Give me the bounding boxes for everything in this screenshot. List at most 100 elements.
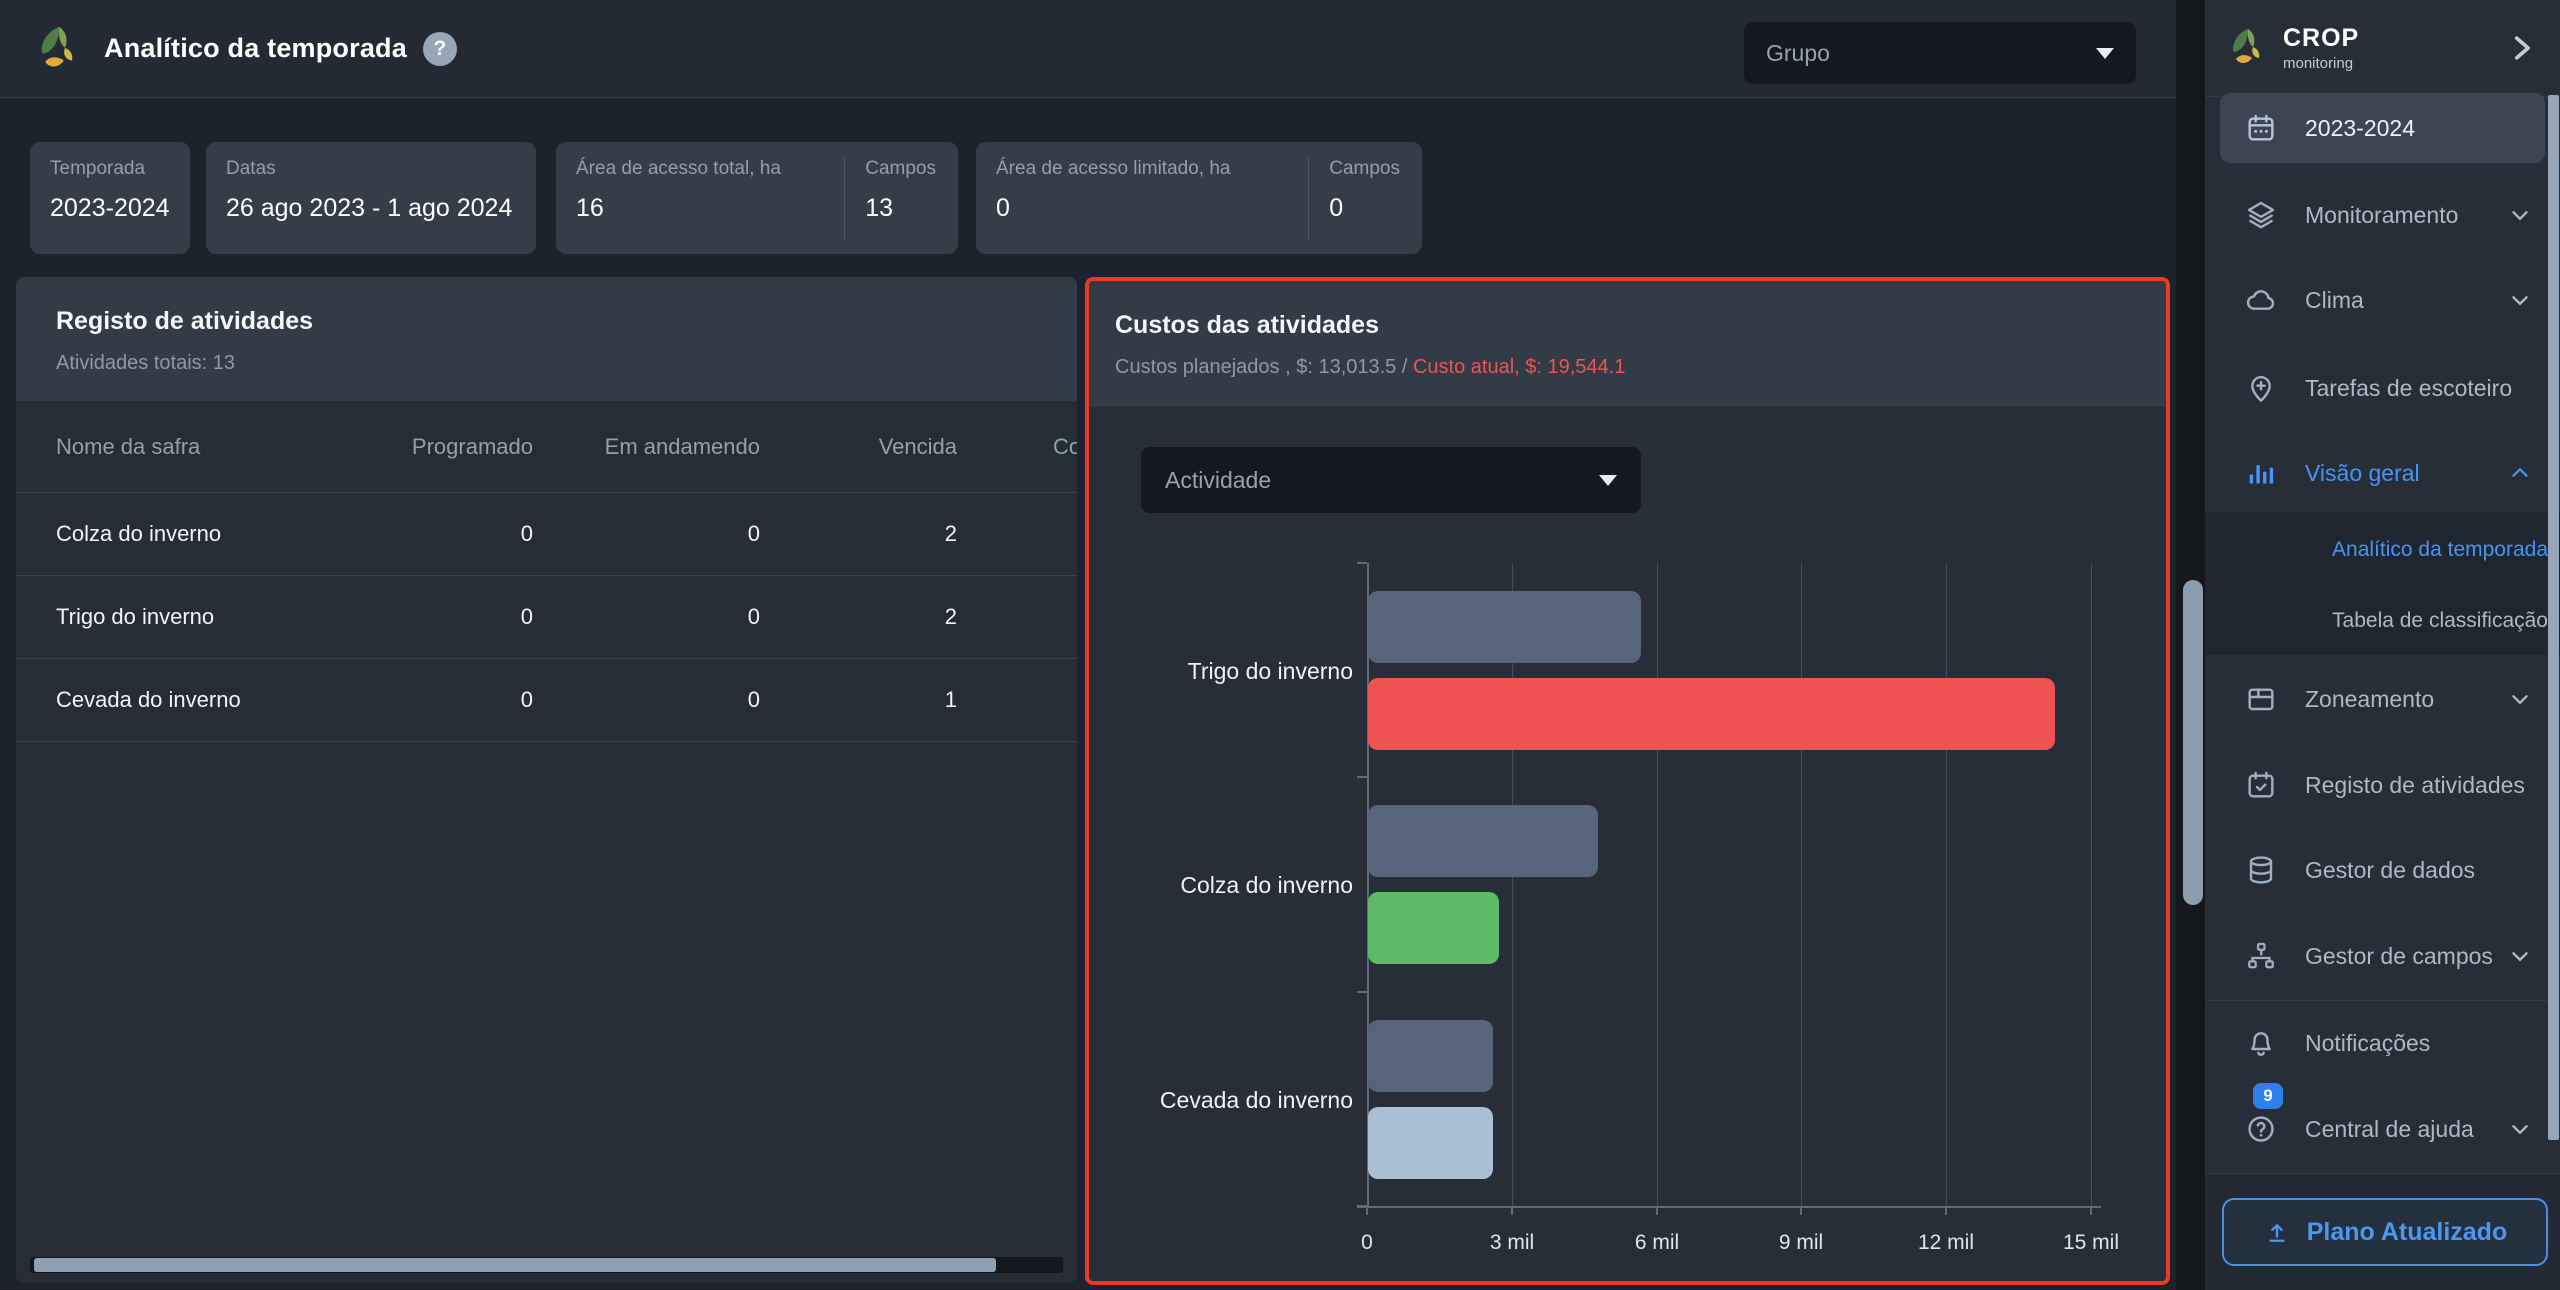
stat-value: 16 (576, 194, 822, 223)
top-bar: Analítico da temporada ? Grupo (0, 0, 2205, 98)
sidebar-item-monitoramento[interactable]: Monitoramento (2220, 183, 2545, 247)
x-axis-label: 15 mil (2031, 1231, 2151, 1255)
stat-temporada: Temporada 2023-2024 (30, 142, 190, 254)
activity-dropdown[interactable]: Actividade (1141, 447, 1641, 513)
plan-updated-button[interactable]: Plano Atualizado (2222, 1198, 2548, 1266)
activities-panel: Registo de atividades Atividades totais:… (16, 277, 1077, 1283)
sidebar-item-gestor-de-dados[interactable]: Gestor de dados (2220, 838, 2545, 902)
window-scrollbar-thumb[interactable] (2548, 95, 2559, 1140)
help-icon[interactable]: ? (423, 32, 457, 66)
sidebar-subitem-analitico-da-temporada[interactable]: Analítico da temporada (2205, 528, 2554, 572)
x-axis-label: 3 mil (1452, 1231, 1572, 1255)
y-axis-tick (1357, 991, 1367, 993)
col-vencida: Vencida (761, 401, 958, 493)
cloud-icon (2245, 284, 2277, 316)
bar-actual-2[interactable] (1368, 1107, 1493, 1179)
x-axis-line (1357, 1206, 2101, 1208)
stat-value: 2023-2024 (50, 194, 170, 223)
sidebar-collapse-button[interactable] (2504, 26, 2538, 70)
activities-panel-header: Registo de atividades Atividades totais:… (16, 277, 1077, 401)
sidebar-item-zoneamento[interactable]: Zoneamento (2220, 667, 2545, 731)
cell-em-andamento: 0 (534, 576, 761, 659)
hierarchy-icon (2245, 940, 2277, 972)
x-axis-tick (1511, 1206, 1513, 1215)
page-title: Analítico da temporada (104, 33, 407, 64)
horizontal-scrollbar-thumb[interactable] (34, 1258, 996, 1272)
chevron-down-icon (1599, 475, 1617, 486)
y-axis-tick (1357, 562, 1367, 564)
category-label: Trigo do inverno (1105, 656, 1353, 686)
table-row[interactable]: Colza do inverno 0 0 2 (16, 493, 1077, 576)
bar-planned-1[interactable] (1368, 805, 1598, 877)
sidebar-item-visao-geral[interactable]: Visão geral (2220, 441, 2545, 505)
help-count-badge: 9 (2253, 1083, 2283, 1109)
activity-dropdown-value: Actividade (1165, 467, 1599, 494)
costs-panel-header: Custos das atividades Custos planejados … (1089, 281, 2166, 406)
stat-area-limitada: Área de acesso limitado, ha 0 Campos 0 (976, 142, 1422, 254)
cell-vencida: 1 (761, 659, 958, 742)
bar-actual-0[interactable] (1368, 678, 2055, 750)
sidebar-item-label: Gestor de dados (2305, 857, 2475, 884)
calendar-icon (2245, 112, 2277, 144)
y-axis-line (1367, 563, 1369, 1206)
sidebar-subitem-tabela-de-classificacao[interactable]: Tabela de classificação (2205, 599, 2554, 643)
content-scrollbar-track[interactable] (2176, 0, 2205, 1289)
bar-actual-1[interactable] (1368, 892, 1499, 964)
cell-em-andamento: 0 (534, 493, 761, 576)
chevron-down-icon (2507, 287, 2533, 313)
costs-panel-highlighted: Custos das atividades Custos planejados … (1085, 277, 2170, 1285)
stat-label: Área de acesso limitado, ha (996, 158, 1286, 180)
sidebar-item-label: Tarefas de escoteiro (2305, 375, 2512, 402)
database-icon (2245, 854, 2277, 886)
table-header-row: Nome da safra Programado Em andamendo Ve… (16, 401, 1077, 493)
brand-title: CROP (2283, 24, 2359, 53)
sidebar-item-gestor-de-campos[interactable]: Gestor de campos (2220, 924, 2545, 988)
stat-area-total: Área de acesso total, ha 16 Campos 13 (556, 142, 958, 254)
sidebar-item-label: Notificações (2305, 1030, 2430, 1057)
crop-name: Trigo do inverno (16, 576, 377, 659)
help-circle-icon (2245, 1113, 2277, 1145)
x-axis-label: 0 (1307, 1231, 1427, 1255)
chevron-down-icon (2507, 1116, 2533, 1142)
cost-chart: 03 mil6 mil9 mil12 mil15 milTrigo do inv… (1367, 563, 2091, 1206)
crop-name: Cevada do inverno (16, 659, 377, 742)
crop-monitoring-logo-icon (30, 21, 86, 77)
sidebar-item-label: Gestor de campos (2305, 943, 2493, 970)
layers-icon (2245, 199, 2277, 231)
horizontal-scrollbar[interactable] (30, 1257, 1063, 1273)
group-dropdown[interactable]: Grupo (1744, 22, 2136, 84)
category-label: Colza do inverno (1105, 870, 1353, 900)
content-scrollbar-thumb[interactable] (2183, 580, 2203, 905)
costs-panel-title: Custos das atividades (1115, 311, 2166, 340)
stat-value: 0 (1329, 194, 1400, 223)
table-row[interactable]: Cevada do inverno 0 0 1 (16, 659, 1077, 742)
table-row[interactable]: Trigo do inverno 0 0 2 (16, 576, 1077, 659)
cell-concluido (958, 493, 1077, 576)
gridline (2091, 563, 2092, 1206)
sidebar-item-notificacoes[interactable]: Notificações (2220, 1011, 2545, 1075)
x-axis-label: 6 mil (1597, 1231, 1717, 1255)
stat-label: Campos (1329, 158, 1400, 180)
cell-vencida: 2 (761, 493, 958, 576)
activities-panel-title: Registo de atividades (56, 307, 1077, 336)
chevron-up-icon (2507, 460, 2533, 486)
sidebar-item-clima[interactable]: Clima (2220, 268, 2545, 332)
chevron-down-icon (2507, 202, 2533, 228)
chevron-down-icon (2507, 686, 2533, 712)
x-axis-tick (1945, 1206, 1947, 1215)
visao-geral-submenu: Analítico da temporada Tabela de classif… (2205, 512, 2560, 655)
cell-concluido (958, 576, 1077, 659)
sidebar-item-season[interactable]: 2023-2024 (2220, 93, 2545, 163)
sidebar-item-registo-de-atividades[interactable]: Registo de atividades (2220, 753, 2545, 817)
col-em-andamento: Em andamendo (534, 401, 761, 493)
bar-planned-2[interactable] (1368, 1020, 1493, 1092)
bar-planned-0[interactable] (1368, 591, 1641, 663)
planned-costs-text: Custos planejados , $: 13,013.5 / (1115, 356, 1413, 378)
stat-label: Temporada (50, 158, 170, 180)
sidebar-item-tarefas-de-escoteiro[interactable]: Tarefas de escoteiro (2220, 356, 2545, 420)
group-dropdown-value: Grupo (1766, 40, 2096, 67)
stat-value: 0 (996, 194, 1286, 223)
calendar-check-icon (2245, 769, 2277, 801)
x-axis-label: 9 mil (1741, 1231, 1861, 1255)
x-axis-tick (1366, 1206, 1368, 1215)
